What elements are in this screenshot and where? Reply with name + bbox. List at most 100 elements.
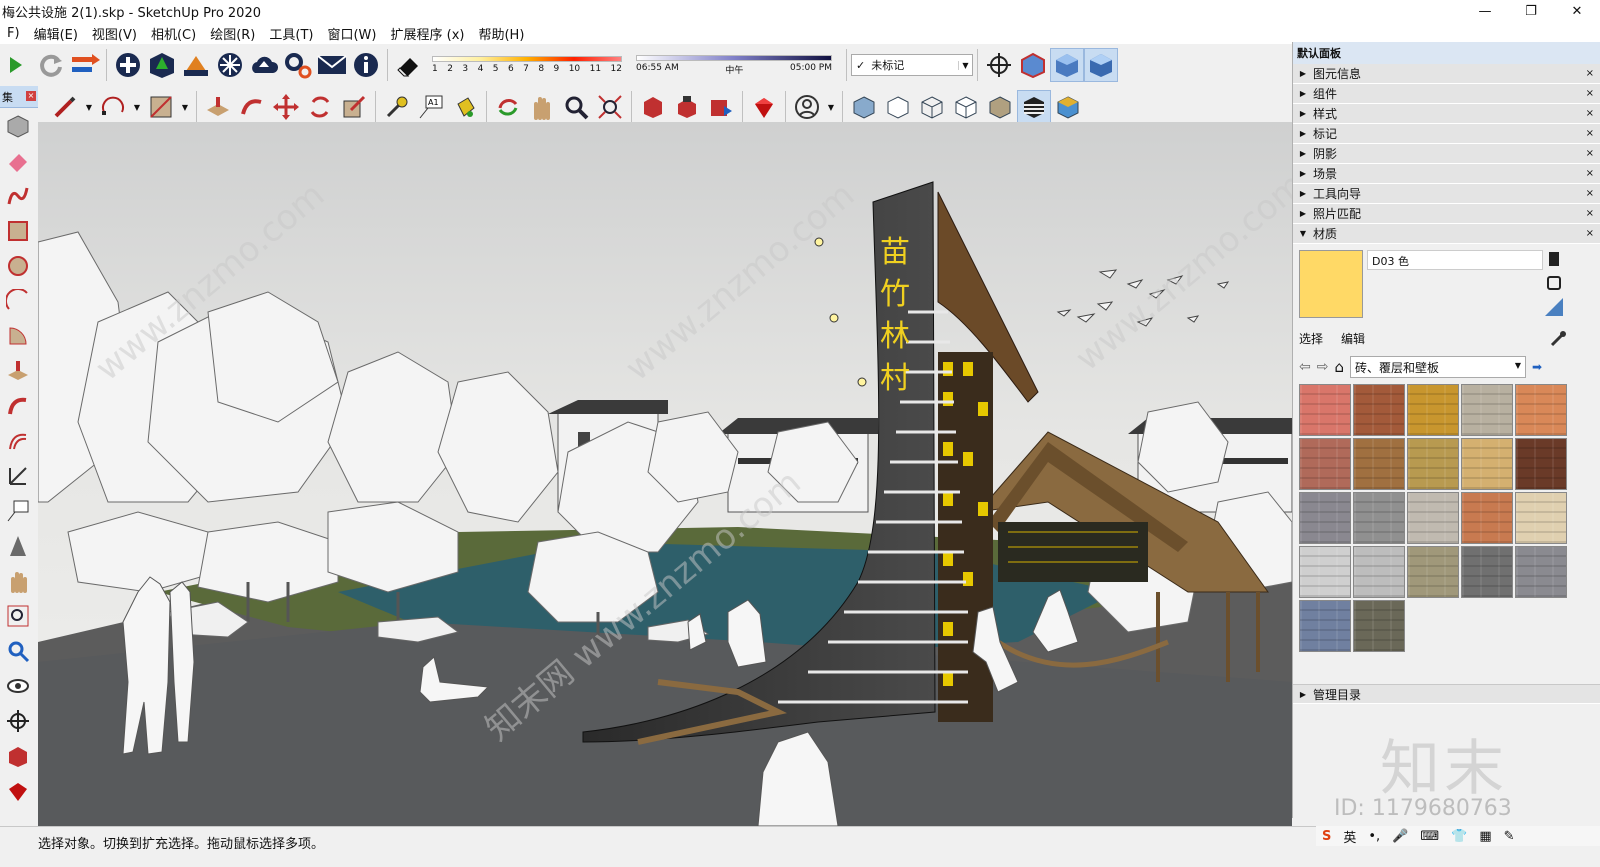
pan-hand-icon[interactable] (0, 563, 36, 598)
language-toggle[interactable]: 英 (1343, 827, 1356, 846)
material-thumbnail[interactable] (1407, 546, 1459, 598)
time-gradient[interactable] (636, 54, 832, 61)
tab-select[interactable]: 选择 (1299, 330, 1323, 347)
3d-warehouse-icon[interactable] (636, 90, 670, 124)
axes-icon[interactable] (0, 458, 36, 493)
sogou-logo-icon[interactable]: S (1322, 829, 1331, 844)
zoom-extents-icon[interactable] (593, 90, 627, 124)
panel-instructor[interactable]: ▶ 工具向导 × (1293, 184, 1600, 204)
scale-icon[interactable] (337, 90, 371, 124)
menu-draw[interactable]: 绘图(R) (203, 24, 262, 43)
follow-me-icon[interactable] (235, 90, 269, 124)
create-material-icon[interactable] (1547, 276, 1561, 290)
skin-icon[interactable]: 👕 (1451, 829, 1467, 844)
chevron-down-icon[interactable]: ▼ (824, 90, 838, 124)
shadow-date-slider[interactable]: 1 2 3 4 5 6 7 8 9 10 11 12 (432, 56, 622, 74)
material-thumbnail[interactable] (1299, 546, 1351, 598)
menu-tools[interactable]: 工具(T) (262, 24, 320, 43)
cloud-upload-icon[interactable] (247, 48, 281, 82)
iso-view-icon[interactable] (1016, 48, 1050, 82)
panel-styles[interactable]: ▶ 样式 × (1293, 104, 1600, 124)
close-icon[interactable]: × (26, 91, 36, 101)
push-pull-icon[interactable] (201, 90, 235, 124)
back-arrow-icon[interactable]: ⇦ (1299, 359, 1311, 375)
display-secondary-icon[interactable] (1545, 298, 1563, 316)
tab-edit[interactable]: 编辑 (1341, 330, 1365, 347)
xray-style-icon[interactable] (847, 90, 881, 124)
eraser-icon[interactable] (0, 143, 36, 178)
extension-manager-icon[interactable] (281, 48, 315, 82)
send-email-icon[interactable] (315, 48, 349, 82)
material-thumbnail[interactable] (1515, 492, 1567, 544)
menu-extensions[interactable]: 扩展程序 (x) (383, 24, 471, 43)
close-icon[interactable]: × (1586, 128, 1594, 139)
panel-materials[interactable]: ▼ 材质 × (1293, 224, 1600, 244)
material-thumbnail[interactable] (1515, 384, 1567, 436)
layout-icon[interactable] (179, 48, 213, 82)
close-icon[interactable]: × (1586, 148, 1594, 159)
date-gradient[interactable] (432, 56, 622, 62)
share-model-icon[interactable] (704, 90, 738, 124)
wireframe-style-icon[interactable] (915, 90, 949, 124)
panel-manage-tray[interactable]: ▶ 管理目录 (1293, 684, 1600, 704)
close-icon[interactable]: × (1586, 228, 1594, 239)
style-builder-icon[interactable] (213, 48, 247, 82)
menu-file[interactable]: F) (0, 26, 27, 41)
material-thumbnail[interactable] (1515, 546, 1567, 598)
position-camera-icon[interactable] (0, 703, 36, 738)
close-button[interactable]: ✕ (1554, 0, 1600, 22)
model-info-icon[interactable] (349, 48, 383, 82)
material-thumbnail[interactable] (1461, 492, 1513, 544)
material-thumbnail[interactable] (1353, 600, 1405, 652)
arc-icon[interactable] (96, 90, 130, 124)
menu-window[interactable]: 窗口(W) (320, 24, 383, 43)
panel-entity-info[interactable]: ▶ 图元信息 × (1293, 64, 1600, 84)
material-thumbnail[interactable] (1407, 438, 1459, 490)
previous-view-icon[interactable] (0, 633, 36, 668)
punctuation-toggle[interactable]: •, (1368, 829, 1380, 844)
solid-view-icon[interactable] (1050, 48, 1084, 82)
material-thumbnail[interactable] (1353, 492, 1405, 544)
material-thumbnail[interactable] (1299, 492, 1351, 544)
menu-edit[interactable]: 编辑(E) (27, 24, 85, 43)
circle-icon[interactable] (0, 248, 36, 283)
library-select[interactable]: 砖、覆层和壁板 ▼ (1350, 356, 1526, 378)
material-thumbnail[interactable] (1461, 384, 1513, 436)
textured-view-icon[interactable] (1084, 48, 1118, 82)
menu-view[interactable]: 视图(V) (85, 24, 144, 43)
offset-icon[interactable] (0, 423, 36, 458)
material-thumbnail[interactable] (1461, 546, 1513, 598)
text-tool-icon[interactable]: A1 (414, 90, 448, 124)
zoom-icon[interactable] (559, 90, 593, 124)
shadow-time-slider[interactable]: 06:55 AM 中午 05:00 PM (636, 54, 832, 76)
add-location-icon[interactable] (111, 48, 145, 82)
material-thumbnail[interactable] (1299, 384, 1351, 436)
material-thumbnail[interactable] (1353, 384, 1405, 436)
microphone-icon[interactable]: 🎤 (1392, 829, 1408, 844)
model-viewport[interactable]: 苗 竹 林 村 www.znzmo.com www.znzmo.com www.… (38, 122, 1292, 826)
maximize-button[interactable]: ❐ (1508, 0, 1554, 22)
close-icon[interactable]: × (1586, 168, 1594, 179)
panel-tags[interactable]: ▶ 标记 × (1293, 124, 1600, 144)
material-thumbnail[interactable] (1407, 384, 1459, 436)
pan-hand-icon[interactable] (525, 90, 559, 124)
panel-manage[interactable]: ▶ 管理目录 (1293, 684, 1600, 704)
two-point-arc-icon[interactable] (0, 283, 36, 318)
chevron-down-icon[interactable]: ▼ (82, 90, 96, 124)
close-icon[interactable]: × (1586, 208, 1594, 219)
make-component-icon[interactable] (0, 108, 36, 143)
rotate-icon[interactable] (303, 90, 337, 124)
menu-help[interactable]: 帮助(H) (471, 24, 531, 43)
protractor-icon[interactable] (0, 528, 36, 563)
tape-measure-icon[interactable] (380, 90, 414, 124)
zoom-window-icon[interactable] (0, 598, 36, 633)
close-icon[interactable]: × (1586, 188, 1594, 199)
chevron-down-icon[interactable]: ▼ (1515, 361, 1521, 370)
back-edges-style-icon[interactable] (881, 90, 915, 124)
sample-paint-icon[interactable] (1549, 252, 1559, 266)
material-thumbnail[interactable] (1353, 546, 1405, 598)
orbit-icon[interactable] (491, 90, 525, 124)
material-thumbnail[interactable] (1515, 438, 1567, 490)
refresh-icon[interactable] (34, 48, 68, 82)
tag-selector[interactable]: ✓ 未标记 ▼ (851, 54, 973, 76)
